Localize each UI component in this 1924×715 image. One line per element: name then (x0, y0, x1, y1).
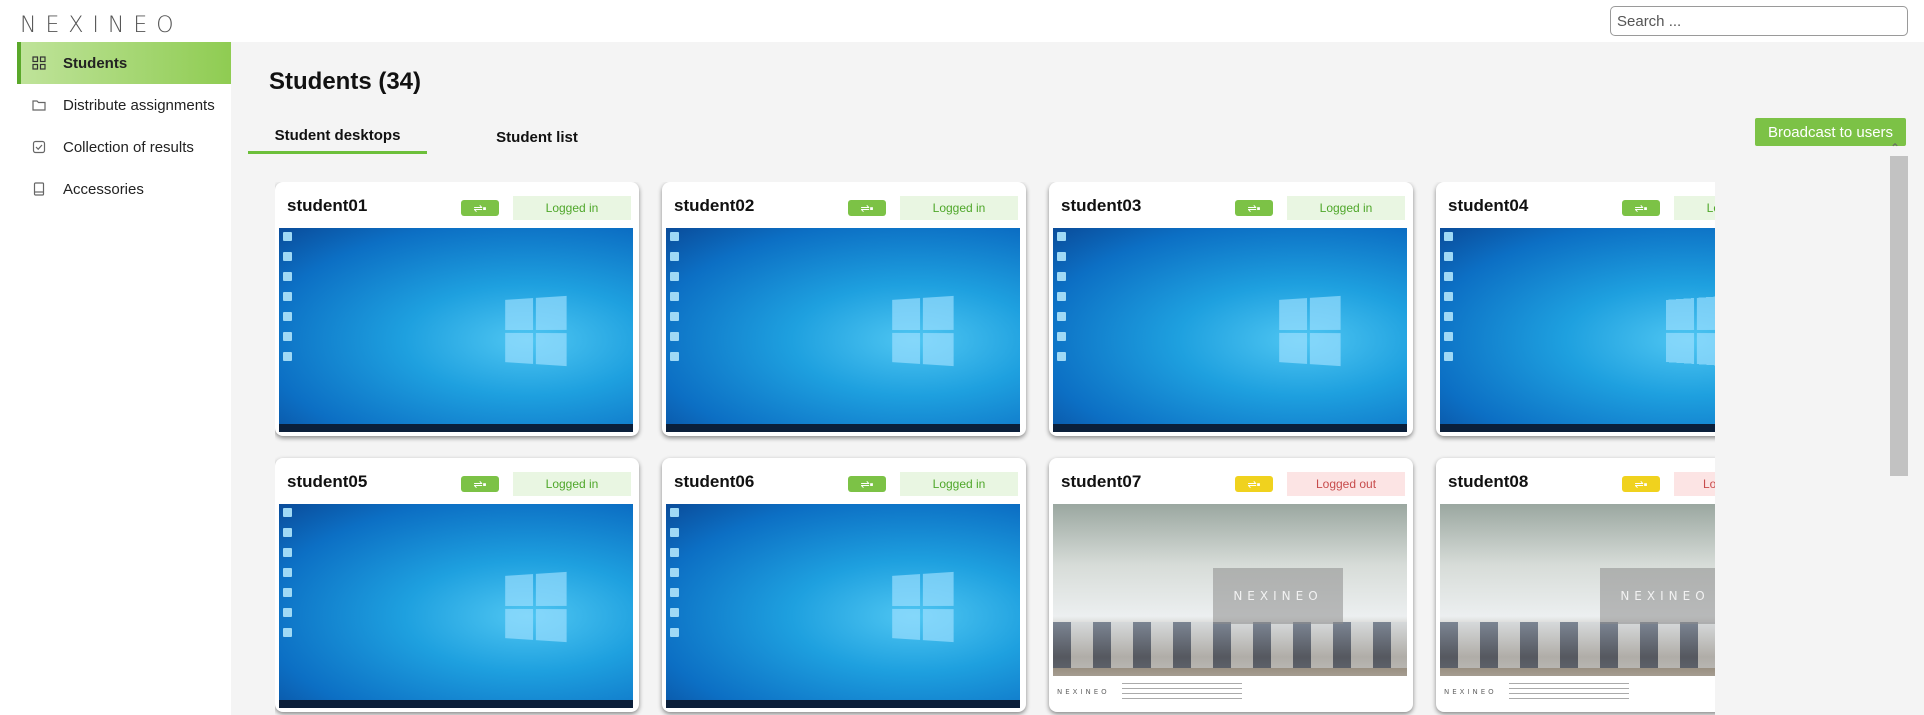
windows-logo-icon (892, 571, 954, 643)
student-name: student06 (674, 472, 755, 491)
sidebar-item-distribute-assignments[interactable]: Distribute assignments (17, 84, 231, 126)
classroom-image (1053, 622, 1407, 668)
usb-icon: ⇌▪ (848, 200, 886, 216)
student-card[interactable]: student02 ⇌▪ Logged in (662, 182, 1026, 436)
broadcast-to-users-button[interactable]: Broadcast to users (1755, 118, 1906, 146)
desktop-icons (283, 232, 293, 372)
student-card[interactable]: student07 ⇌▪ Logged out NEXINEO NEXINEO (1049, 458, 1413, 712)
tab-student-list[interactable]: Student list (467, 120, 607, 154)
login-screenshot[interactable]: NEXINEO NEXINEO (1440, 504, 1715, 708)
windows-logo-icon (505, 295, 567, 367)
sidebar-item-label: Accessories (63, 180, 144, 198)
desktop-screenshot[interactable] (279, 228, 633, 432)
student-name: student03 (1061, 196, 1142, 215)
status-badge: Logged in (1674, 196, 1715, 220)
sidebar-item-label: Students (63, 54, 128, 72)
classroom-image (1440, 622, 1715, 668)
sidebar: Students Distribute assignments Collecti… (0, 42, 231, 715)
sidebar-item-accessories[interactable]: Accessories (17, 168, 231, 210)
folder-icon (31, 97, 47, 113)
usb-icon: ⇌▪ (1235, 476, 1273, 492)
desktop-screenshot[interactable] (279, 504, 633, 708)
windows-logo-icon (892, 295, 954, 367)
desktop-icons (283, 508, 293, 648)
login-panel-logo: NEXINEO (1600, 568, 1715, 624)
login-footer: NEXINEO (1053, 676, 1407, 708)
desktop-icons (1057, 232, 1067, 372)
student-name: student05 (287, 472, 368, 491)
taskbar (279, 700, 633, 708)
sidebar-item-students[interactable]: Students (17, 42, 231, 84)
scrollbar-thumb[interactable] (1890, 156, 1908, 476)
desktop-icons (670, 508, 680, 648)
student-name: student01 (287, 196, 368, 215)
taskbar (1053, 424, 1407, 432)
status-badge: Logged in (513, 472, 631, 496)
search-input[interactable] (1610, 6, 1908, 36)
usb-icon: ⇌▪ (1622, 200, 1660, 216)
student-name: student08 (1448, 472, 1529, 491)
status-badge: Logged in (900, 196, 1018, 220)
student-name: student02 (674, 196, 755, 215)
usb-icon: ⇌▪ (461, 200, 499, 216)
usb-icon: ⇌▪ (461, 476, 499, 492)
windows-logo-icon (505, 571, 567, 643)
login-panel-logo: NEXINEO (1213, 568, 1343, 624)
usb-icon: ⇌▪ (1235, 200, 1273, 216)
student-name: student07 (1061, 472, 1142, 491)
student-name: student04 (1448, 196, 1529, 215)
usb-icon: ⇌▪ (848, 476, 886, 492)
login-footer: NEXINEO (1440, 676, 1715, 708)
tablet-icon (31, 181, 47, 197)
student-card[interactable]: student01 ⇌▪ Logged in (275, 182, 639, 436)
main-content: Students (34) Student desktops Student l… (231, 42, 1924, 715)
login-screenshot[interactable]: NEXINEO NEXINEO (1053, 504, 1407, 708)
status-badge: Logged in (900, 472, 1018, 496)
windows-logo-icon (1666, 295, 1715, 367)
desktop-screenshot[interactable] (666, 504, 1020, 708)
status-badge: Logged out (1287, 472, 1405, 496)
student-card[interactable]: student06 ⇌▪ Logged in (662, 458, 1026, 712)
status-badge: Logged in (513, 196, 631, 220)
sidebar-item-label: Distribute assignments (63, 96, 215, 114)
student-card[interactable]: student03 ⇌▪ Logged in (1049, 182, 1413, 436)
taskbar (666, 700, 1020, 708)
student-card[interactable]: student08 ⇌▪ Logged out NEXINEO NEXINEO (1436, 458, 1715, 712)
windows-logo-icon (1279, 295, 1341, 367)
desktop-icons (1444, 232, 1454, 372)
taskbar (279, 424, 633, 432)
status-badge: Logged out (1674, 472, 1715, 496)
student-card[interactable]: student05 ⇌▪ Logged in (275, 458, 639, 712)
grid-icon (31, 55, 47, 71)
desktop-icons (670, 232, 680, 372)
desktop-screenshot[interactable] (1053, 228, 1407, 432)
desktop-screenshot[interactable] (666, 228, 1020, 432)
sidebar-item-label: Collection of results (63, 138, 194, 156)
checkbox-icon (31, 139, 47, 155)
app-logo: NEXINEO (20, 12, 183, 38)
sidebar-item-collection-of-results[interactable]: Collection of results (17, 126, 231, 168)
student-card[interactable]: student04 ⇌▪ Logged in (1436, 182, 1715, 436)
status-badge: Logged in (1287, 196, 1405, 220)
scroll-up-arrow-icon[interactable]: ⌃ (1887, 140, 1903, 156)
tab-student-desktops[interactable]: Student desktops (248, 120, 427, 154)
page-title: Students (34) (269, 68, 422, 95)
taskbar (1440, 424, 1715, 432)
desktop-screenshot[interactable] (1440, 228, 1715, 432)
usb-icon: ⇌▪ (1622, 476, 1660, 492)
student-desktop-grid: student01 ⇌▪ Logged in student02 ⇌▪ Logg… (275, 182, 1715, 715)
taskbar (666, 424, 1020, 432)
